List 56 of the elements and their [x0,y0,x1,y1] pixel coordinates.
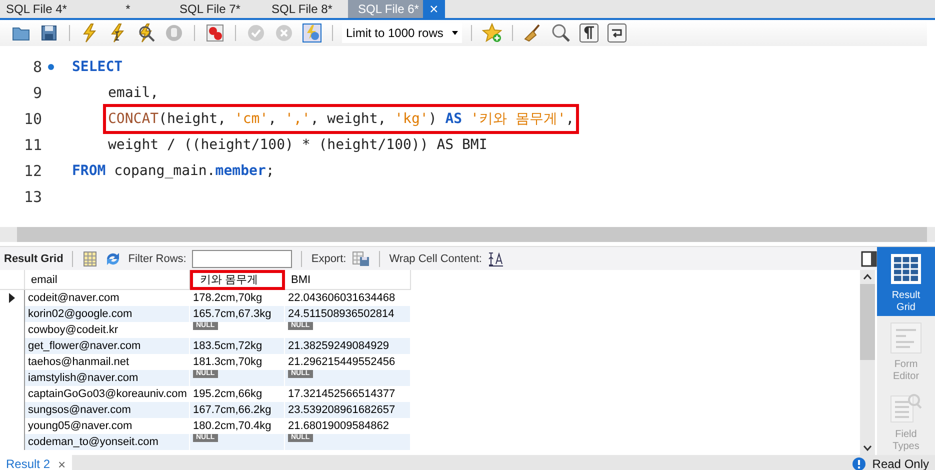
column-header[interactable]: email [25,270,190,290]
editor-tab[interactable]: * [92,0,164,18]
close-button[interactable]: × [422,0,445,18]
result-tab[interactable]: Result 2 × [0,455,72,470]
column-header[interactable]: BMI [285,270,411,290]
line-number: 11 [24,136,42,154]
table-cell: 24.511508936502814 [285,306,411,322]
table-cell: korin02@google.com [25,306,190,322]
pilcrow-icon[interactable] [579,23,599,43]
vertical-scrollbar[interactable] [860,270,875,455]
wrap-label: Wrap Cell Content: [389,252,482,264]
table-cell: 23.539208961682657 [285,402,411,418]
panel-toggle-icon[interactable] [861,250,877,266]
code-line: CONCAT(height, 'cm', ',', weight, 'kg') AS '키와 몸무게', [106,107,576,131]
table-cell: 21.38259249084929 [285,338,411,354]
wrap-text-icon[interactable] [488,250,504,266]
line-number: 9 [32,84,42,102]
code-line: FROM copang_main.member; [71,162,276,181]
table-cell: get_flower@naver.com [25,338,190,354]
check-icon[interactable] [246,23,266,43]
editor-tab[interactable]: SQL File 4* [0,0,92,18]
editor-tab[interactable]: SQL File 7* [164,0,256,18]
table-cell: 183.5cm,72kg [190,338,285,354]
form-icon [888,320,924,356]
export-label: Export: [311,252,346,264]
editor-tab[interactable]: SQL File 6* × [348,0,445,18]
filter-field[interactable] [192,250,292,268]
column-header[interactable]: 키와 몸무게 [190,270,285,290]
wrap-icon[interactable] [607,23,627,43]
table-cell: 165.7cm,67.3kg [190,306,285,322]
line-number: 12 [24,162,42,180]
toggle-icon[interactable] [302,23,322,43]
editor-tab[interactable]: SQL File 8* [256,0,348,18]
code-line: weight / ((height/100) * (height/100)) AS BMI [107,136,488,155]
filter-label: Filter Rows: [128,252,186,264]
limit-dropdown[interactable]: Limit to 1000 rows [342,23,462,43]
line-number: 8 [32,58,42,76]
export-icon[interactable] [352,250,370,266]
table-cell: codeman_to@yonseit.com [25,434,190,450]
grid-columns-icon[interactable] [82,250,98,266]
line-number: 13 [24,188,42,206]
code-line: email, [107,84,160,103]
table-cell: 167.7cm,66.2kg [190,402,285,418]
table-cell: sungsos@naver.com [25,402,190,418]
star-add-icon[interactable] [482,23,502,43]
code-line: SELECT [71,58,124,77]
table-cell: iamstylish@naver.com [25,370,190,386]
magnifier-lightning-icon[interactable] [136,23,156,43]
result-grid-label: Result Grid [4,252,64,264]
info-icon [852,457,866,470]
scrollbar-thumb[interactable] [17,227,927,242]
grid-icon [888,251,924,287]
search-icon[interactable] [551,23,571,43]
save-icon[interactable] [39,23,59,43]
side-panel-button[interactable]: Result Grid [877,247,935,316]
line-number: 10 [24,110,42,128]
